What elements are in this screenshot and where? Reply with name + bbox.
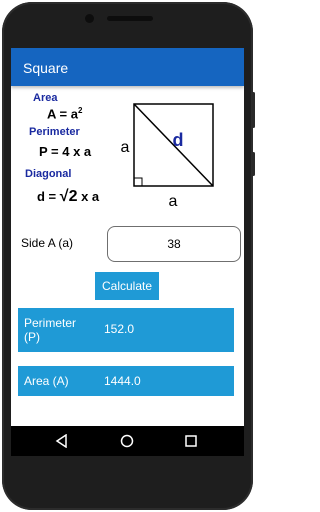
- diagonal-formula-prefix: d =: [37, 189, 57, 204]
- right-angle-marker: [134, 177, 143, 186]
- speaker-grille: [107, 16, 153, 21]
- perimeter-label: Perimeter: [29, 126, 80, 138]
- calculate-button[interactable]: Calculate: [95, 272, 159, 300]
- area-result-row: Area (A) 1444.0: [18, 366, 234, 396]
- side-a-input[interactable]: 38: [107, 226, 241, 262]
- area-result-value: 1444.0: [104, 374, 141, 388]
- circle-home-icon[interactable]: [120, 434, 134, 448]
- diagonal-formula: d = √2 x a: [37, 188, 99, 206]
- diagonal-label: Diagonal: [25, 168, 72, 180]
- area-result-label: Area (A): [24, 374, 69, 388]
- perimeter-result-value: 152.0: [104, 322, 135, 336]
- triangle-back-icon[interactable]: [55, 434, 69, 448]
- diagonal-label-d: d: [173, 130, 184, 150]
- perimeter-result-label: Perimeter (P): [24, 316, 77, 344]
- sqrt-two: √2: [59, 188, 78, 205]
- side-bottom-label: a: [169, 193, 178, 210]
- side-a-label: Side A (a): [21, 236, 74, 250]
- perimeter-result-row: Perimeter (P) 152.0: [18, 308, 234, 352]
- square-recents-icon[interactable]: [184, 434, 198, 448]
- power-button: [252, 152, 255, 176]
- area-formula-text: A = a: [47, 106, 78, 122]
- camera-icon: [85, 14, 94, 23]
- app-title: Square: [23, 60, 69, 76]
- perimeter-formula: P = 4 x a: [39, 144, 92, 159]
- area-formula-exponent: 2: [77, 106, 83, 115]
- area-label: Area: [33, 92, 58, 104]
- system-nav-bar: [11, 426, 244, 456]
- square-diagram: a a d: [121, 103, 214, 210]
- side-left-label: a: [121, 139, 130, 156]
- app-screen: Square Area A = a2 Perimeter P = 4 x a D…: [11, 48, 244, 456]
- diagonal-formula-suffix: x a: [81, 189, 100, 204]
- app-bar: Square: [11, 48, 244, 86]
- volume-button: [252, 92, 255, 128]
- area-formula: A = a2: [47, 106, 82, 121]
